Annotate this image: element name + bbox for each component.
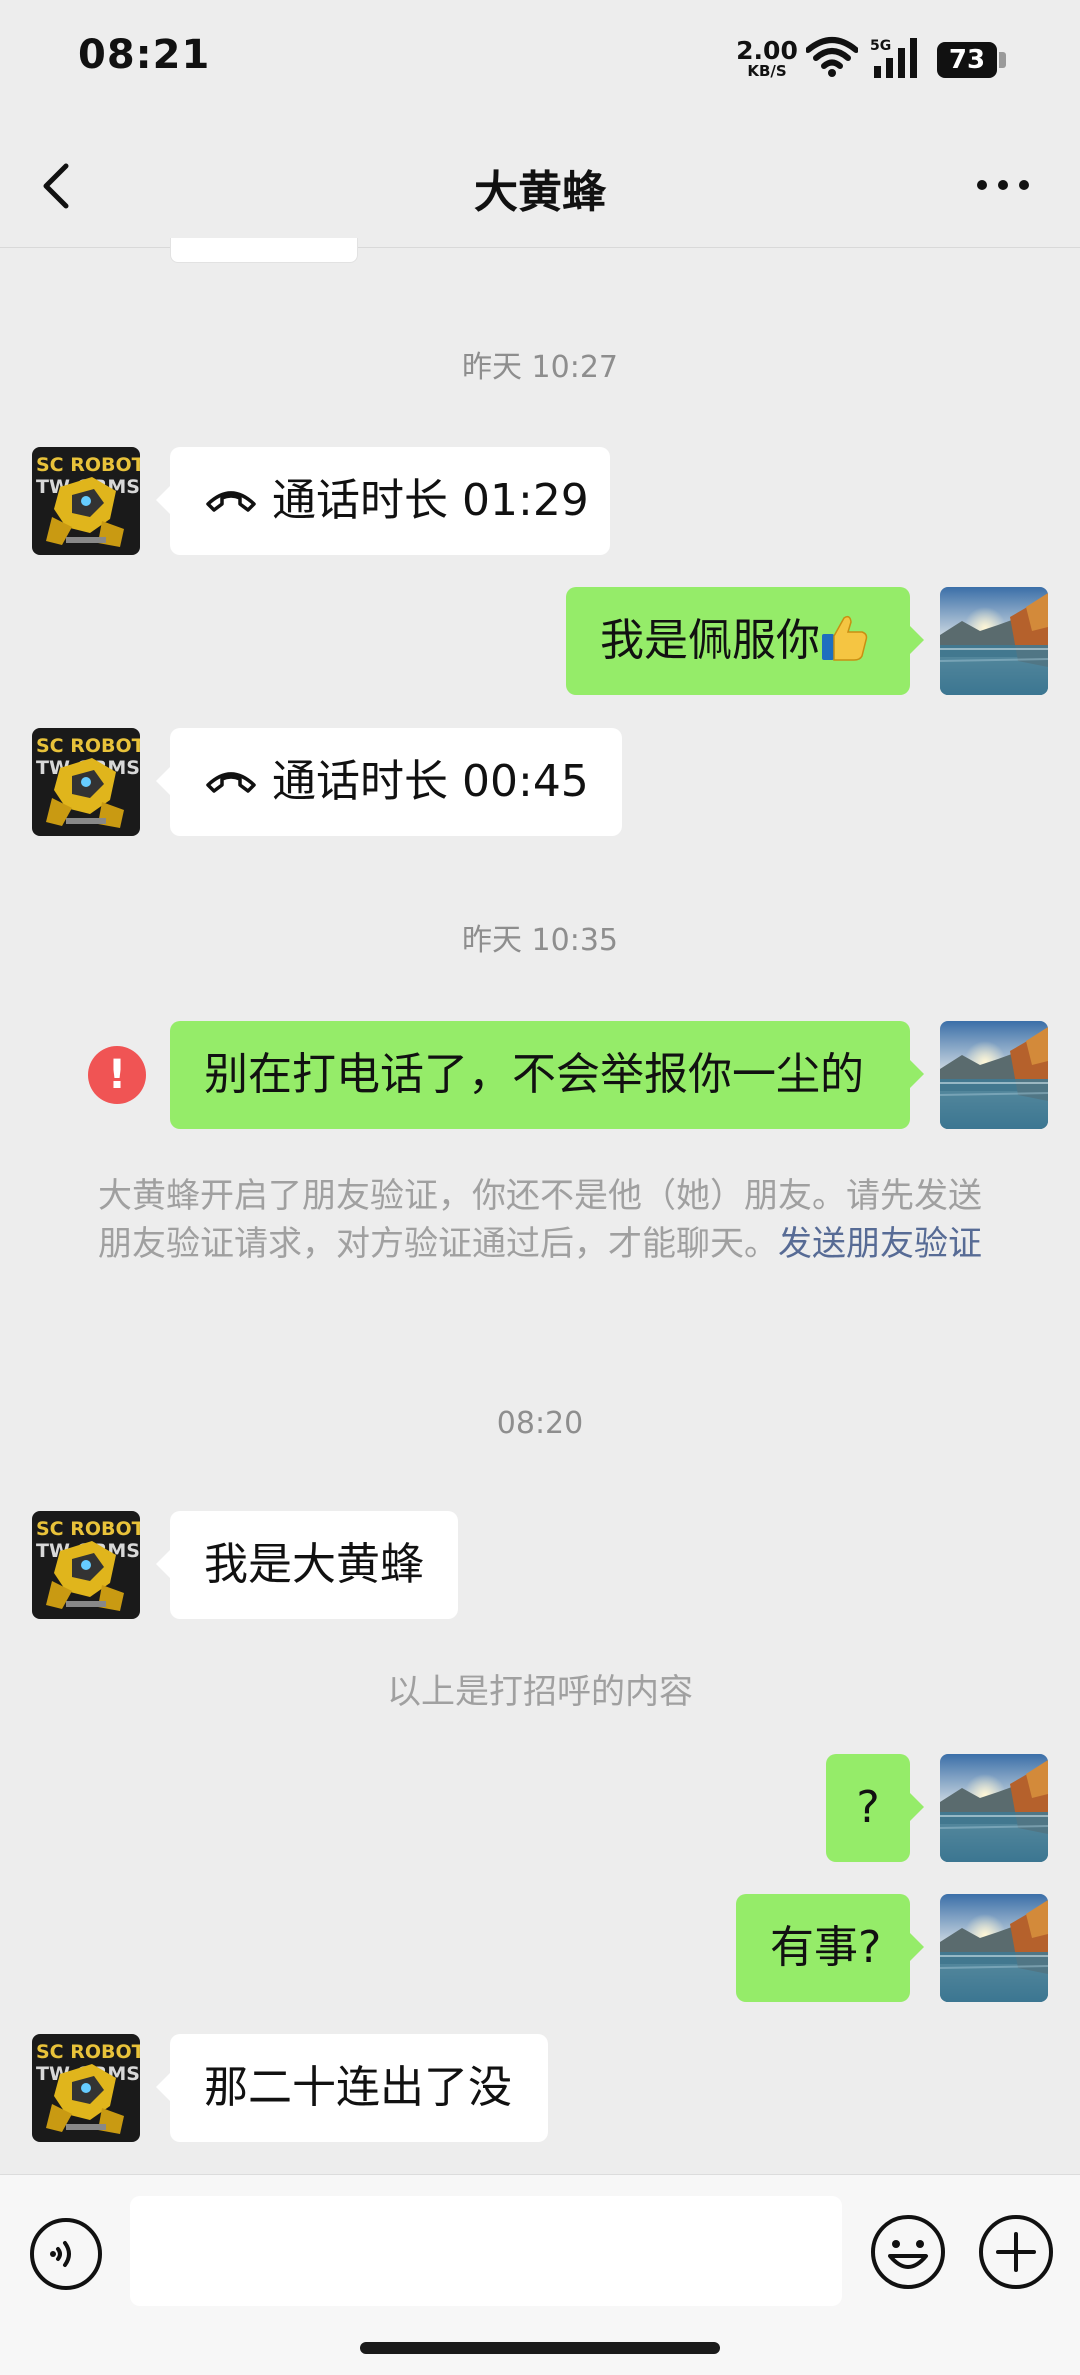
message-bubble-outgoing[interactable]: 有事? bbox=[736, 1894, 924, 2002]
call-record-bubble[interactable]: 通话时长 01:29 bbox=[156, 447, 610, 555]
network-speed: 2.00 KB/S bbox=[736, 38, 798, 79]
greeting-separator: 以上是打招呼的内容 bbox=[387, 1672, 693, 1712]
call-record-bubble[interactable]: 通话时长 00:45 bbox=[156, 728, 622, 836]
more-dots-icon[interactable] bbox=[972, 170, 1034, 200]
chat-title: 大黄蜂 bbox=[474, 167, 606, 218]
timestamp: 昨天 10:35 bbox=[462, 923, 618, 958]
system-notice: 大黄蜂开启了朋友验证，你还不是他（她）朋友。请先发送朋友验证请求，对方验证通过后… bbox=[90, 1172, 990, 1268]
message-text: ? bbox=[856, 1782, 880, 1833]
network-speed-unit: KB/S bbox=[747, 62, 787, 80]
emoji-icon[interactable] bbox=[868, 2212, 948, 2292]
message-bubble-incoming[interactable]: 我是大黄蜂 bbox=[156, 1511, 458, 1619]
my-avatar[interactable] bbox=[940, 1021, 1048, 1129]
message-bubble-outgoing[interactable]: ? bbox=[826, 1754, 924, 1862]
battery-indicator: 73 bbox=[937, 42, 1007, 78]
my-avatar[interactable] bbox=[940, 1754, 1048, 1862]
message-bubble-outgoing-failed[interactable]: 别在打电话了，不会举报你一尘的 bbox=[170, 1021, 924, 1129]
plus-icon[interactable] bbox=[976, 2212, 1056, 2292]
battery-cap bbox=[999, 52, 1006, 68]
cellular-signal-icon: 5G bbox=[870, 38, 917, 78]
message-bubble-outgoing[interactable]: 我是佩服你 bbox=[566, 587, 924, 695]
message-text: 那二十连出了没 bbox=[204, 2062, 512, 2113]
call-duration-value: 01:29 bbox=[462, 475, 589, 526]
contact-avatar[interactable] bbox=[32, 728, 140, 836]
contact-avatar[interactable] bbox=[32, 1511, 140, 1619]
wifi-icon bbox=[806, 37, 858, 77]
phone-hangup-icon bbox=[206, 772, 256, 793]
nav-divider bbox=[0, 247, 1080, 248]
send-failed-icon[interactable]: ! bbox=[88, 1046, 146, 1104]
message-bubble-incoming[interactable]: 那二十连出了没 bbox=[156, 2034, 548, 2142]
partial-message-bubble[interactable] bbox=[170, 238, 358, 263]
message-text: 别在打电话了，不会举报你一尘的 bbox=[204, 1049, 864, 1100]
contact-avatar[interactable] bbox=[32, 447, 140, 555]
my-avatar[interactable] bbox=[940, 587, 1048, 695]
call-duration-value: 00:45 bbox=[462, 756, 589, 807]
battery-level: 73 bbox=[937, 42, 997, 78]
call-duration-label: 通话时长 bbox=[272, 475, 448, 526]
network-speed-value: 2.00 bbox=[736, 36, 798, 65]
message-text: 有事? bbox=[770, 1922, 882, 1973]
phone-hangup-icon bbox=[206, 491, 256, 512]
message-input[interactable] bbox=[130, 2196, 842, 2306]
my-avatar[interactable] bbox=[940, 1894, 1048, 2002]
thumbs-up-icon bbox=[822, 615, 868, 661]
home-indicator[interactable] bbox=[360, 2342, 720, 2354]
call-duration-label: 通话时长 bbox=[272, 756, 448, 807]
timestamp: 08:20 bbox=[496, 1406, 584, 1441]
voice-icon[interactable] bbox=[28, 2216, 104, 2292]
timestamp: 昨天 10:27 bbox=[462, 350, 618, 385]
contact-avatar[interactable] bbox=[32, 2034, 140, 2142]
message-text: 我是大黄蜂 bbox=[204, 1539, 424, 1590]
chevron-left-icon[interactable] bbox=[36, 160, 76, 212]
status-time: 08:21 bbox=[78, 32, 211, 78]
network-type-label: 5G bbox=[870, 38, 891, 54]
message-text: 我是佩服你 bbox=[600, 615, 820, 666]
send-verification-link[interactable]: 发送朋友验证 bbox=[778, 1224, 982, 1264]
